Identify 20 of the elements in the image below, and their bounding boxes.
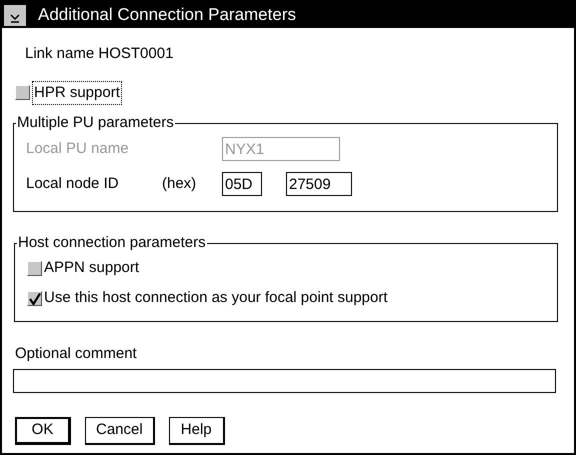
group-title: Multiple PU parameters (16, 113, 175, 133)
dialog-button[interactable]: Help (168, 416, 225, 444)
checkbox-label[interactable]: HPR support (32, 80, 122, 105)
field-label: Local PU name (26, 138, 130, 159)
checkmark-icon (28, 292, 40, 304)
unit-label: (hex) (162, 174, 198, 194)
checkbox-label[interactable]: APPN support (44, 257, 140, 280)
input-field[interactable]: 05D (222, 172, 262, 196)
system-menu-icon[interactable] (4, 4, 26, 26)
input-field[interactable]: 27509 (286, 172, 352, 196)
link-name-label: Link name HOST0001 (25, 45, 174, 62)
field-label: Local node ID (26, 174, 120, 194)
comment-field[interactable] (13, 368, 556, 392)
checkbox[interactable] (27, 291, 42, 306)
checkbox-label[interactable]: Use this host connection as your focal point support (44, 287, 388, 310)
window-title: Additional Connection Parameters (38, 4, 296, 26)
group-title: Host connection parameters (17, 233, 207, 253)
dialog-button[interactable]: Cancel (85, 416, 155, 444)
comment-label: Optional comment (15, 345, 137, 362)
dialog-button[interactable]: OK (15, 416, 71, 444)
